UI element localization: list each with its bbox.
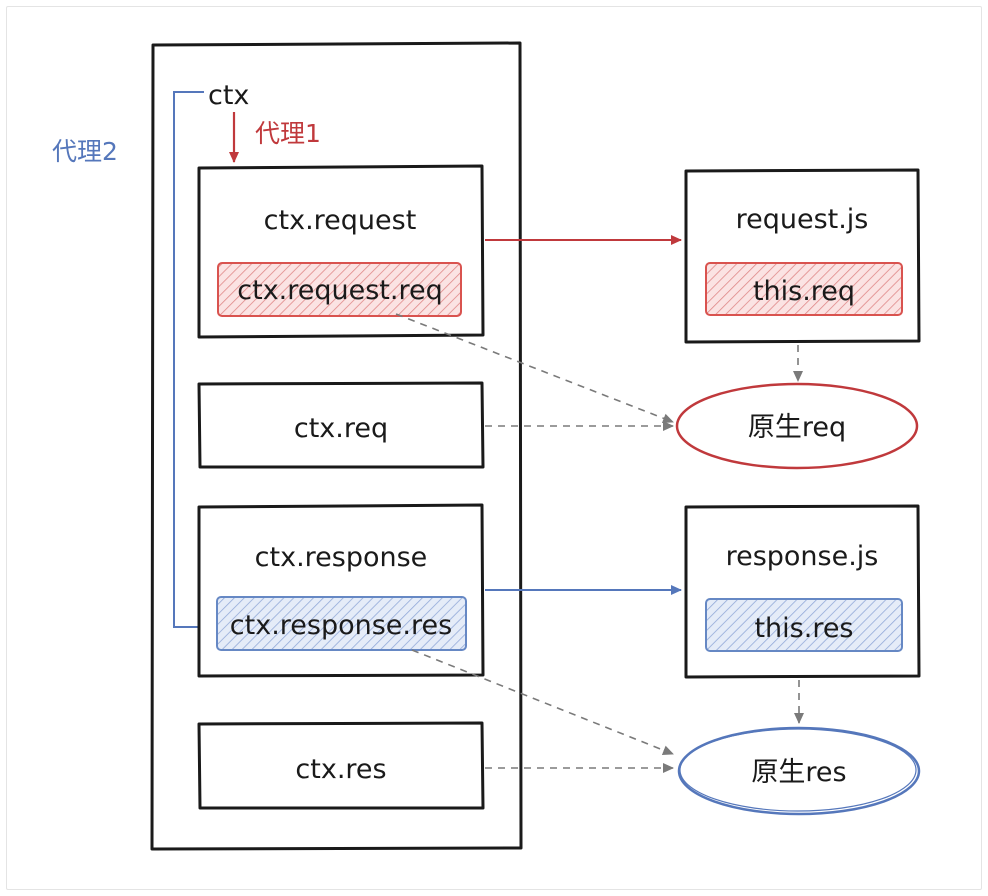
this-res-label: this.res <box>754 613 853 644</box>
native-req-node: 原生req <box>675 382 919 470</box>
ctx-response-res-label: ctx.response.res <box>230 610 452 641</box>
request-js-box: request.js this.req <box>684 168 921 344</box>
ctx-req-label: ctx.req <box>294 413 388 444</box>
ctx-response-box: ctx.response ctx.response.res <box>197 503 485 678</box>
this-req-label: this.req <box>753 276 855 307</box>
ctx-response-title: ctx.response <box>255 542 428 573</box>
ctx-label: ctx <box>208 80 249 111</box>
ctx-request-box: ctx.request ctx.request.req <box>197 164 485 339</box>
native-res-node: 原生res <box>677 726 921 816</box>
proxy2-label: 代理2 <box>52 137 118 166</box>
ctx-req-box: ctx.req <box>197 381 485 469</box>
request-js-title: request.js <box>736 204 869 235</box>
response-js-title: response.js <box>726 541 879 572</box>
ctx-res-box: ctx.res <box>197 721 485 810</box>
koa-context-diagram: ctx 代理1 代理2 ctx.request ctx.request.req … <box>52 41 921 851</box>
native-res-label: 原生res <box>751 757 846 788</box>
response-js-box: response.js this.res <box>684 504 921 679</box>
native-req-label: 原生req <box>748 412 846 443</box>
proxy1-label: 代理1 <box>255 119 321 148</box>
ctx-request-title: ctx.request <box>264 205 417 236</box>
ctx-res-label: ctx.res <box>295 754 386 785</box>
ctx-request-req-label: ctx.request.req <box>237 275 442 306</box>
